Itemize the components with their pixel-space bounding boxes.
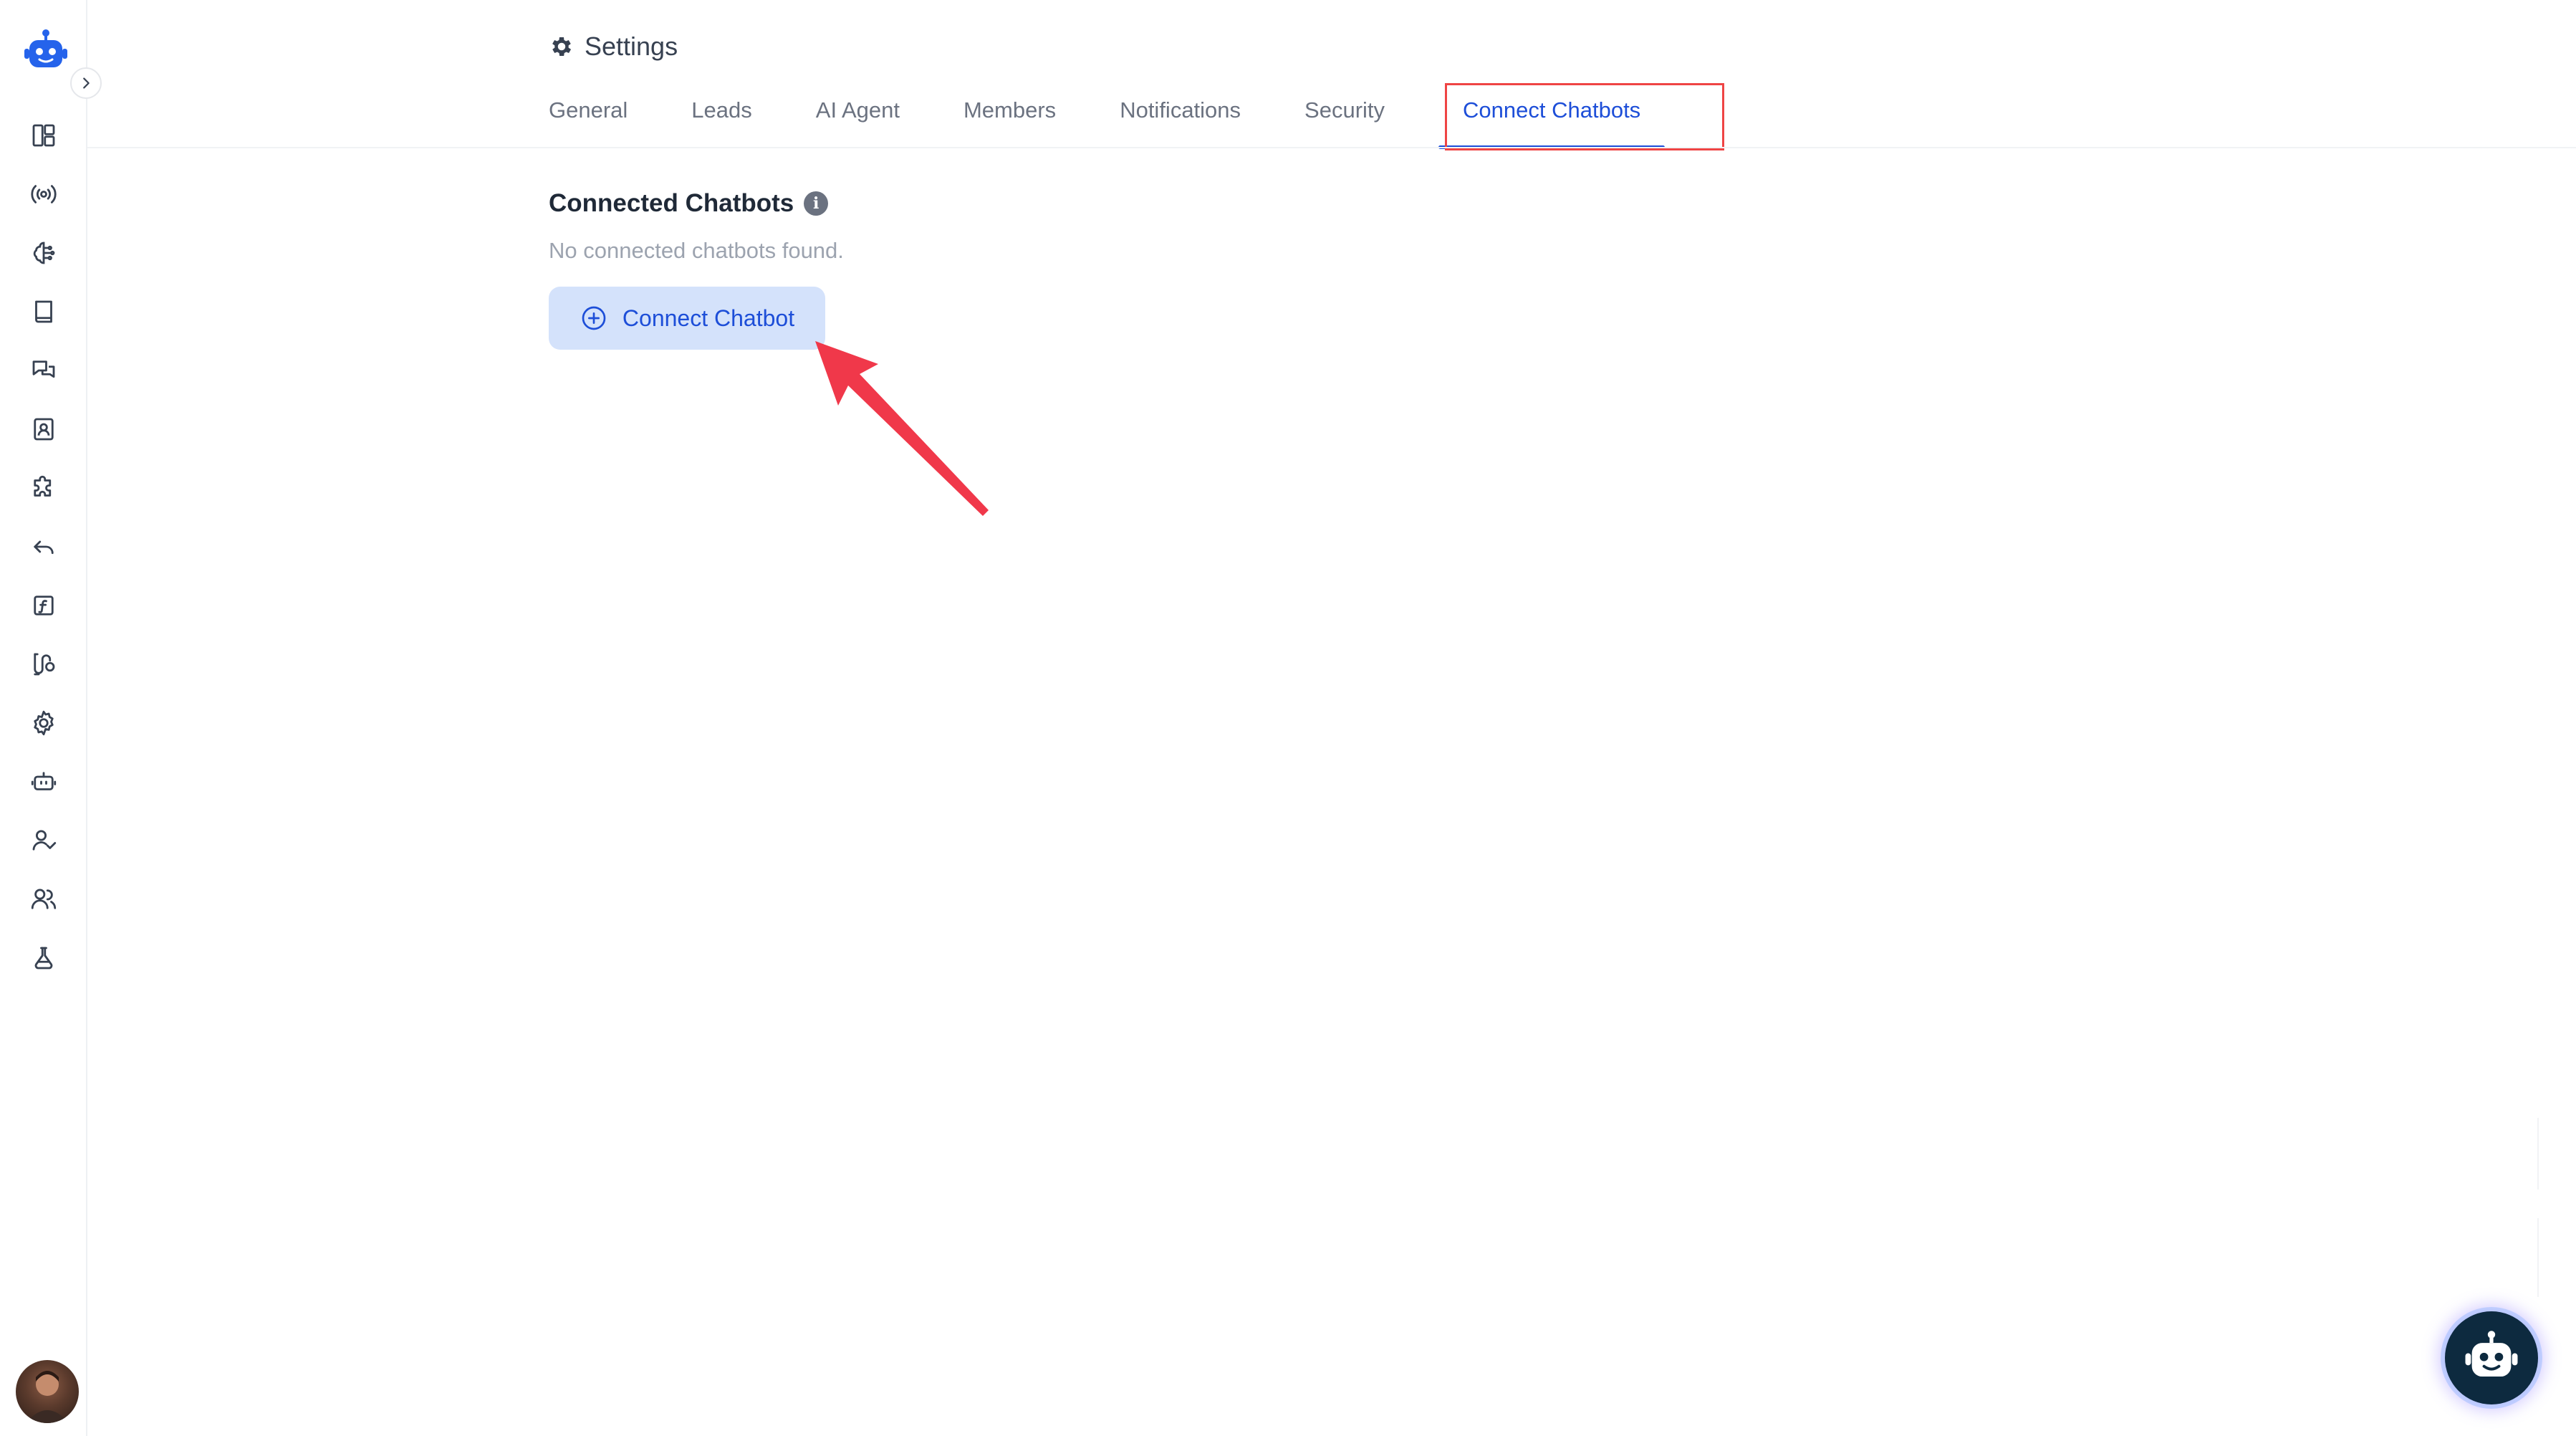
function-icon	[34, 595, 54, 616]
bot-icon	[31, 772, 57, 790]
chat-widget-button[interactable]	[2445, 1311, 2538, 1404]
contact-card-icon	[34, 418, 54, 441]
tab-connect-chatbots[interactable]: Connect Chatbots	[1438, 90, 1666, 149]
tab-notifications[interactable]: Notifications	[1120, 90, 1241, 148]
users-icon	[31, 889, 57, 909]
tab-leads[interactable]: Leads	[691, 90, 751, 148]
sidebar-item-broadcast[interactable]	[26, 176, 62, 212]
section-title-text: Connected Chatbots	[549, 189, 794, 217]
tab-members[interactable]: Members	[963, 90, 1056, 148]
puzzle-icon	[34, 475, 52, 497]
annotation-arrow	[815, 341, 989, 516]
sidebar-item-contacts[interactable]	[26, 411, 62, 447]
sidebar-item-conversations[interactable]	[26, 353, 62, 388]
page-title-text: Settings	[585, 32, 678, 61]
empty-state-text: No connected chatbots found.	[549, 238, 844, 263]
connect-chatbot-button[interactable]: Connect Chatbot	[549, 287, 825, 350]
sidebar-item-replies[interactable]	[26, 529, 62, 565]
app-logo-icon[interactable]	[22, 27, 69, 75]
brain-icon	[33, 241, 55, 264]
app-root: Settings General Leads AI Agent Members …	[0, 0, 2576, 1436]
sidebar-item-functions[interactable]	[26, 588, 62, 623]
broadcast-icon	[31, 185, 57, 204]
sidebar-expand-button[interactable]	[70, 67, 102, 99]
tab-general[interactable]: General	[549, 90, 628, 148]
book-icon	[35, 300, 52, 323]
sidebar-item-bots[interactable]	[26, 764, 62, 800]
section-title: Connected Chatbots i	[549, 189, 829, 218]
bot-icon	[2465, 1331, 2518, 1377]
user-avatar[interactable]	[16, 1360, 79, 1423]
workflow-icon	[34, 653, 55, 676]
chevron-right-icon	[83, 77, 90, 89]
sidebar-item-team[interactable]	[26, 881, 62, 917]
plus-circle-icon	[582, 306, 606, 330]
info-icon[interactable]: i	[804, 191, 829, 216]
layout-icon	[32, 124, 55, 147]
sidebar-item-workflows[interactable]	[26, 646, 62, 682]
sidebar-item-playground[interactable]	[26, 940, 62, 976]
sidebar-item-brain[interactable]	[26, 235, 62, 271]
sidebar-item-settings[interactable]	[26, 705, 62, 741]
sidebar-item-knowledge[interactable]	[26, 294, 62, 330]
sidebar-item-integrations[interactable]	[26, 470, 62, 506]
tab-security[interactable]: Security	[1304, 90, 1385, 148]
reply-icon	[34, 540, 54, 555]
chat-bubbles-icon	[32, 360, 55, 378]
user-check-icon	[32, 830, 57, 851]
scroll-track-hint	[2537, 1118, 2539, 1190]
gear-icon	[552, 37, 572, 57]
page-title: Settings	[549, 29, 678, 64]
gear-icon	[34, 710, 54, 736]
settings-tabs: General Leads AI Agent Members Notificat…	[549, 90, 1704, 149]
header-divider	[87, 147, 2576, 148]
tab-ai-agent[interactable]: AI Agent	[816, 90, 900, 148]
sidebar	[0, 0, 102, 1436]
sidebar-item-assignments[interactable]	[26, 823, 62, 858]
connect-chatbot-button-label: Connect Chatbot	[622, 305, 795, 331]
sidebar-item-dashboard[interactable]	[26, 118, 62, 153]
flask-icon	[34, 947, 53, 970]
scroll-track-hint	[2537, 1218, 2539, 1297]
